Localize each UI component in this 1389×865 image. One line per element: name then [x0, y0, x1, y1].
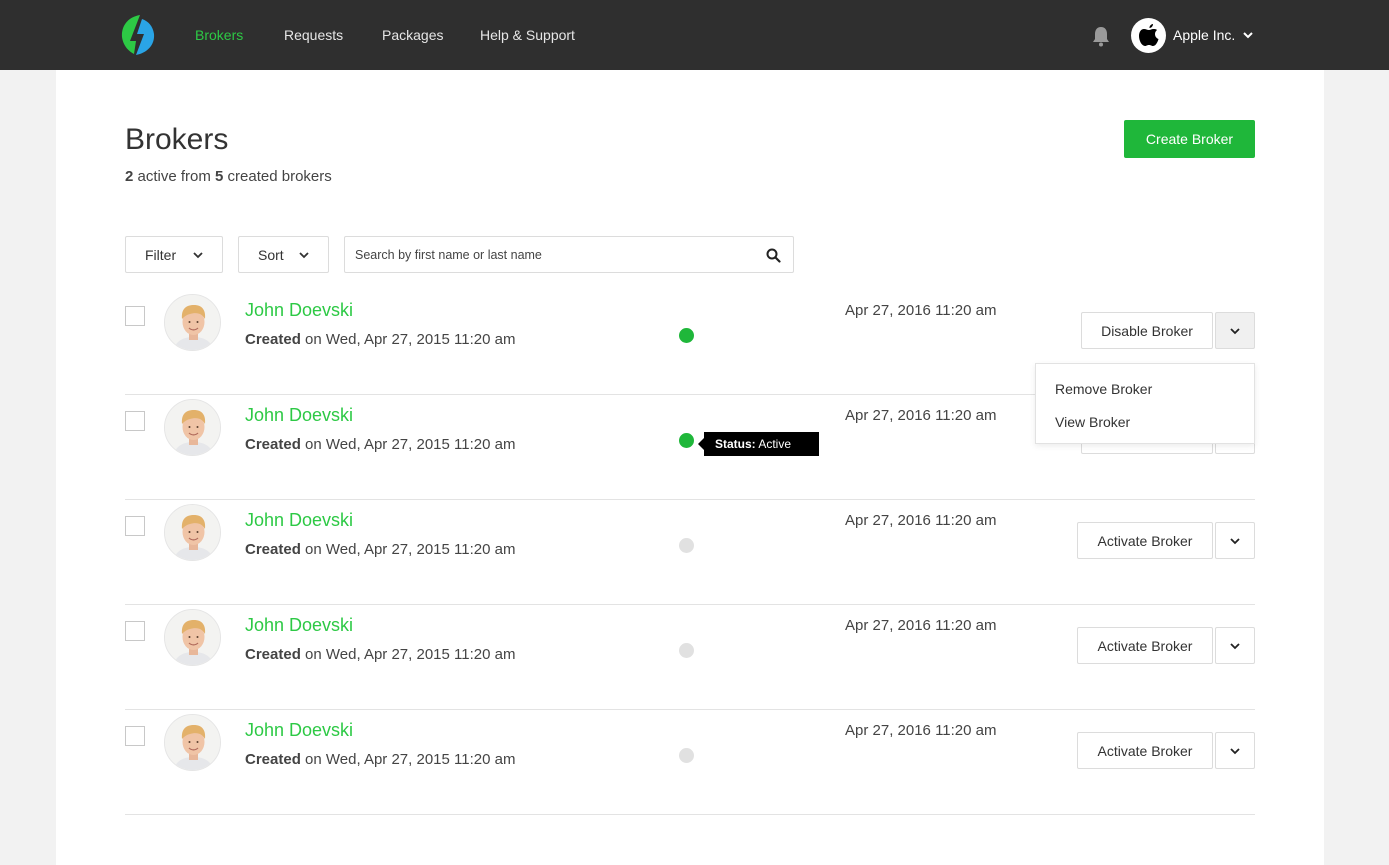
page-title: Brokers: [125, 123, 229, 156]
broker-avatar: [164, 399, 221, 456]
tooltip-label: Status:: [715, 437, 756, 451]
search-box: [344, 236, 794, 273]
broker-action-button[interactable]: Activate Broker: [1077, 732, 1213, 769]
broker-action-menu-toggle[interactable]: [1215, 627, 1255, 664]
row-checkbox[interactable]: [125, 411, 145, 431]
broker-avatar: [164, 609, 221, 666]
broker-name[interactable]: John Doevski: [245, 509, 353, 531]
chevron-down-icon: [1230, 327, 1240, 334]
chevron-down-icon: [1230, 747, 1240, 754]
broker-action-menu: Remove Broker View Broker: [1035, 363, 1255, 444]
nav-requests[interactable]: Requests: [284, 27, 343, 43]
menu-item-view-broker[interactable]: View Broker: [1055, 414, 1130, 430]
search-icon[interactable]: [766, 248, 781, 263]
broker-avatar: [164, 714, 221, 771]
status-tooltip: Status: Active: [698, 432, 819, 456]
broker-name[interactable]: John Doevski: [245, 299, 353, 321]
broker-created: Created on Wed, Apr 27, 2015 11:20 am: [245, 646, 516, 663]
broker-action-menu-toggle[interactable]: [1215, 522, 1255, 559]
broker-row-4: John Doevski Created on Wed, Apr 27, 201…: [125, 605, 1255, 710]
account-avatar: [1131, 17, 1166, 53]
account-menu[interactable]: Apple Inc.: [1131, 17, 1255, 53]
status-indicator[interactable]: [679, 748, 694, 763]
top-navigation-bar: Brokers Requests Packages Help & Support…: [0, 0, 1389, 70]
chevron-down-icon: [1243, 32, 1253, 39]
broker-count-summary: 2 active from 5 created brokers: [125, 168, 332, 186]
status-indicator[interactable]: [679, 433, 694, 448]
status-indicator[interactable]: [679, 643, 694, 658]
total-label: created brokers: [223, 168, 332, 185]
nav-brokers[interactable]: Brokers: [195, 27, 243, 43]
broker-avatar: [164, 504, 221, 561]
nav-help-support[interactable]: Help & Support: [480, 27, 575, 43]
broker-name[interactable]: John Doevski: [245, 614, 353, 636]
filter-label: Filter: [145, 246, 177, 263]
active-label: active from: [133, 168, 216, 185]
row-checkbox[interactable]: [125, 306, 145, 326]
chevron-down-icon: [1230, 642, 1240, 649]
broker-created: Created on Wed, Apr 27, 2015 11:20 am: [245, 331, 516, 348]
broker-date: Apr 27, 2016 11:20 am: [845, 722, 997, 739]
brand-logo-icon[interactable]: [120, 14, 156, 56]
row-checkbox[interactable]: [125, 621, 145, 641]
broker-row-3: John Doevski Created on Wed, Apr 27, 201…: [125, 500, 1255, 605]
nav-packages[interactable]: Packages: [382, 27, 443, 43]
chevron-down-icon: [1230, 537, 1240, 544]
broker-created: Created on Wed, Apr 27, 2015 11:20 am: [245, 751, 516, 768]
broker-date: Apr 27, 2016 11:20 am: [845, 617, 997, 634]
broker-date: Apr 27, 2016 11:20 am: [845, 512, 997, 529]
broker-avatar: [164, 294, 221, 351]
broker-date: Apr 27, 2016 11:20 am: [845, 407, 997, 424]
broker-action-menu-toggle[interactable]: [1215, 732, 1255, 769]
broker-action-menu-toggle[interactable]: [1215, 312, 1255, 349]
row-checkbox[interactable]: [125, 516, 145, 536]
broker-name[interactable]: John Doevski: [245, 404, 353, 426]
broker-row-5: John Doevski Created on Wed, Apr 27, 201…: [125, 710, 1255, 815]
tooltip-value: Active: [755, 437, 792, 451]
broker-action-button[interactable]: Disable Broker: [1081, 312, 1213, 349]
menu-item-remove-broker[interactable]: Remove Broker: [1055, 381, 1152, 397]
bell-icon[interactable]: [1090, 25, 1112, 47]
broker-action-button[interactable]: Activate Broker: [1077, 522, 1213, 559]
sort-dropdown[interactable]: Sort: [238, 236, 329, 273]
search-input[interactable]: [355, 237, 755, 272]
broker-created: Created on Wed, Apr 27, 2015 11:20 am: [245, 436, 516, 453]
sort-label: Sort: [258, 246, 284, 263]
chevron-down-icon: [193, 251, 203, 258]
create-broker-button[interactable]: Create Broker: [1124, 120, 1255, 158]
status-indicator[interactable]: [679, 328, 694, 343]
row-checkbox[interactable]: [125, 726, 145, 746]
broker-name[interactable]: John Doevski: [245, 719, 353, 741]
filter-dropdown[interactable]: Filter: [125, 236, 223, 273]
broker-date: Apr 27, 2016 11:20 am: [845, 302, 997, 319]
chevron-down-icon: [299, 251, 309, 258]
status-indicator[interactable]: [679, 538, 694, 553]
account-name: Apple Inc.: [1173, 27, 1236, 43]
apple-logo-icon: [1138, 24, 1158, 46]
broker-created: Created on Wed, Apr 27, 2015 11:20 am: [245, 541, 516, 558]
broker-action-button[interactable]: Activate Broker: [1077, 627, 1213, 664]
